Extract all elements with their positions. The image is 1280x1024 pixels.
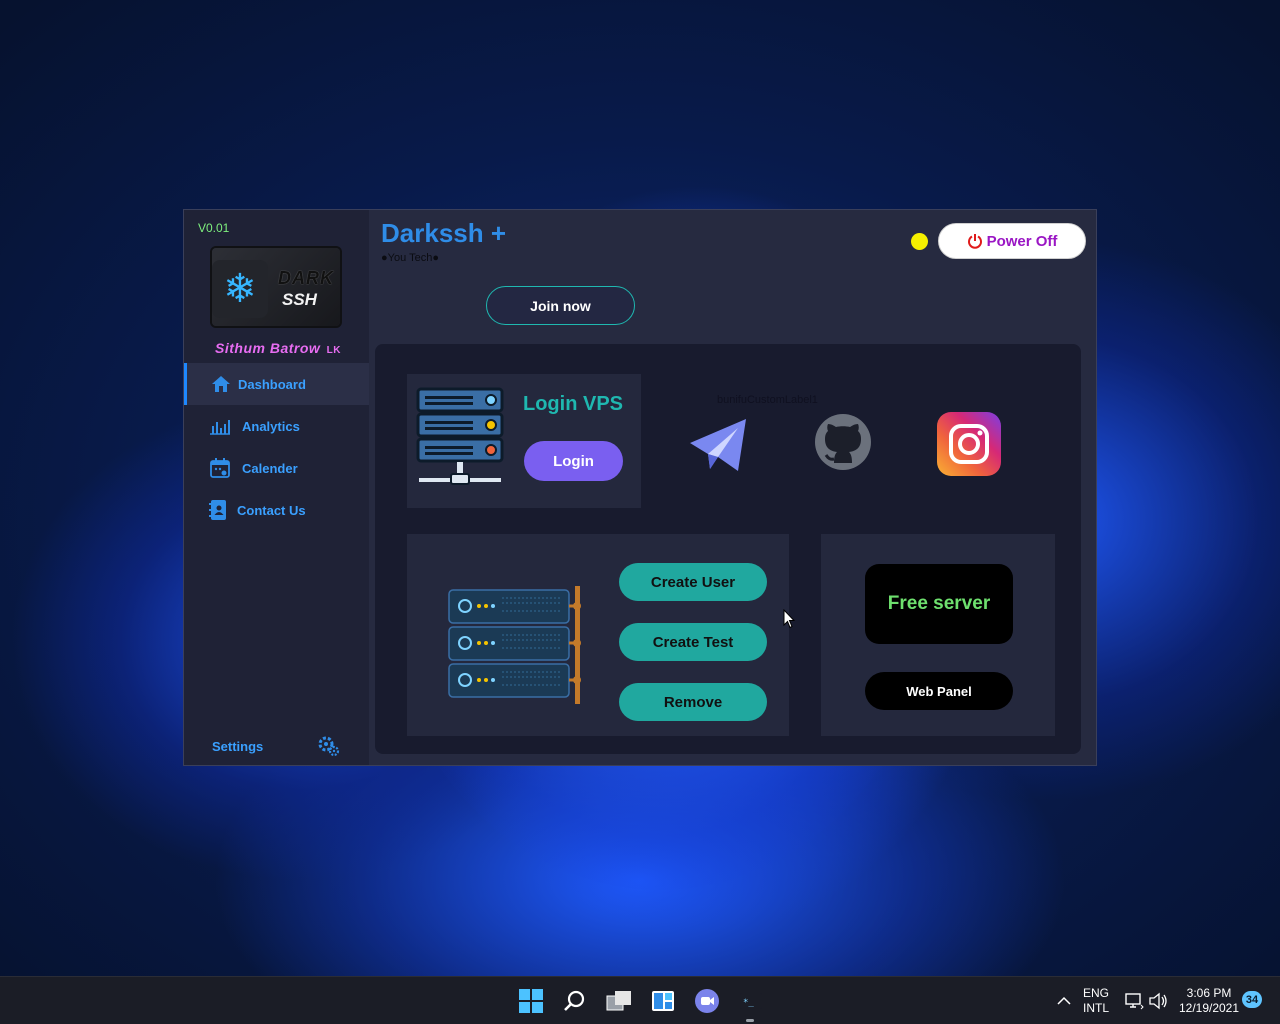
app-title: Darkssh + bbox=[381, 218, 507, 248]
chevron-up-icon[interactable] bbox=[1050, 987, 1078, 1015]
contact-book-icon bbox=[207, 499, 229, 521]
home-icon bbox=[210, 373, 232, 395]
clock-date: 12/19/2021 bbox=[1178, 1001, 1240, 1015]
user-actions-card: Create User Create Test Remove bbox=[407, 534, 789, 736]
subtitle-text: You Tech bbox=[387, 252, 433, 264]
sidebar-item-contact-us[interactable]: Contact Us bbox=[184, 489, 369, 531]
status-indicator bbox=[911, 233, 928, 250]
github-icon[interactable] bbox=[814, 413, 872, 476]
language-line1: ENG bbox=[1082, 986, 1109, 1000]
power-icon bbox=[967, 234, 982, 249]
author-label: Sithum Batrow bbox=[215, 340, 321, 356]
teams-chat-icon[interactable] bbox=[693, 987, 721, 1015]
notification-badge[interactable]: 34 bbox=[1242, 991, 1262, 1008]
task-view-icon[interactable] bbox=[605, 987, 633, 1015]
terminal-app-icon[interactable]: *_ bbox=[737, 987, 765, 1015]
power-off-button[interactable]: Power Off bbox=[938, 223, 1086, 259]
custom-label: bunifuCustomLabel1 bbox=[717, 394, 818, 406]
server-stack-icon bbox=[448, 586, 581, 704]
app-window: V0.01 ❄ DARK SSH Sithum Batrow LK Dashbo… bbox=[183, 209, 1097, 766]
sidebar-item-label: Contact Us bbox=[237, 502, 306, 518]
calendar-icon bbox=[209, 457, 231, 479]
login-vps-card: Login VPS Login bbox=[407, 374, 641, 508]
bar-chart-icon bbox=[209, 415, 231, 437]
dot-icon: ● bbox=[432, 252, 439, 264]
author-suffix: LK bbox=[326, 345, 342, 356]
create-user-button[interactable]: Create User bbox=[619, 563, 767, 601]
mouse-cursor-icon bbox=[783, 608, 796, 634]
clock[interactable]: 3:06 PM 12/19/2021 bbox=[1176, 986, 1242, 1016]
sidebar-item-label: Calender bbox=[242, 460, 298, 476]
sidebar-item-analytics[interactable]: Analytics bbox=[184, 405, 369, 447]
app-logo: ❄ DARK SSH bbox=[212, 248, 340, 326]
language-indicator[interactable]: ENG INTL bbox=[1078, 986, 1114, 1016]
login-button[interactable]: Login bbox=[524, 441, 623, 481]
widgets-icon[interactable] bbox=[649, 987, 677, 1015]
snowflake-icon: ❄ bbox=[212, 260, 268, 318]
gear-icon[interactable] bbox=[318, 736, 340, 757]
logo-text-bottom: SSH bbox=[282, 290, 317, 309]
server-rack-icon bbox=[416, 387, 504, 485]
running-indicator bbox=[746, 1019, 754, 1022]
sidebar: V0.01 ❄ DARK SSH Sithum Batrow LK Dashbo… bbox=[184, 210, 369, 765]
join-now-button[interactable]: Join now bbox=[486, 286, 635, 325]
app-subtitle: ●You Tech● bbox=[381, 252, 439, 264]
language-line2: INTL bbox=[1082, 1001, 1109, 1015]
remove-button[interactable]: Remove bbox=[619, 683, 767, 721]
author-name: Sithum Batrow LK bbox=[215, 340, 341, 356]
sidebar-item-dashboard[interactable]: Dashboard bbox=[184, 363, 369, 405]
dot-icon: ● bbox=[381, 252, 388, 264]
version-label: V0.01 bbox=[198, 221, 230, 235]
dashboard-panel: Login VPS Login bunifuCustomLabel1 Creat… bbox=[375, 344, 1081, 754]
telegram-icon[interactable] bbox=[688, 416, 750, 479]
web-panel-button[interactable]: Web Panel bbox=[865, 672, 1013, 710]
windows-start-icon[interactable] bbox=[517, 987, 545, 1015]
settings-link[interactable]: Settings bbox=[212, 739, 263, 754]
free-server-card: Free server Web Panel bbox=[821, 534, 1055, 736]
volume-icon[interactable] bbox=[1144, 987, 1172, 1015]
clock-time: 3:06 PM bbox=[1186, 986, 1232, 1000]
power-off-label: Power Off bbox=[986, 232, 1058, 250]
search-icon[interactable] bbox=[561, 987, 589, 1015]
sidebar-item-label: Analytics bbox=[242, 418, 300, 434]
main-area: Darkssh + ●You Tech● Power Off Join now bbox=[369, 210, 1096, 765]
sidebar-item-label: Dashboard bbox=[238, 376, 306, 392]
taskbar: *_ ENG INTL 3:06 PM 12/19/2021 bbox=[0, 976, 1280, 1024]
free-server-button[interactable]: Free server bbox=[865, 564, 1013, 644]
svg-text:*_: *_ bbox=[743, 998, 754, 1008]
sidebar-item-calender[interactable]: Calender bbox=[184, 447, 369, 489]
login-vps-title: Login VPS bbox=[523, 393, 623, 415]
logo-text-top: DARK bbox=[278, 268, 334, 288]
instagram-icon[interactable] bbox=[937, 412, 1001, 481]
create-test-button[interactable]: Create Test bbox=[619, 623, 767, 661]
